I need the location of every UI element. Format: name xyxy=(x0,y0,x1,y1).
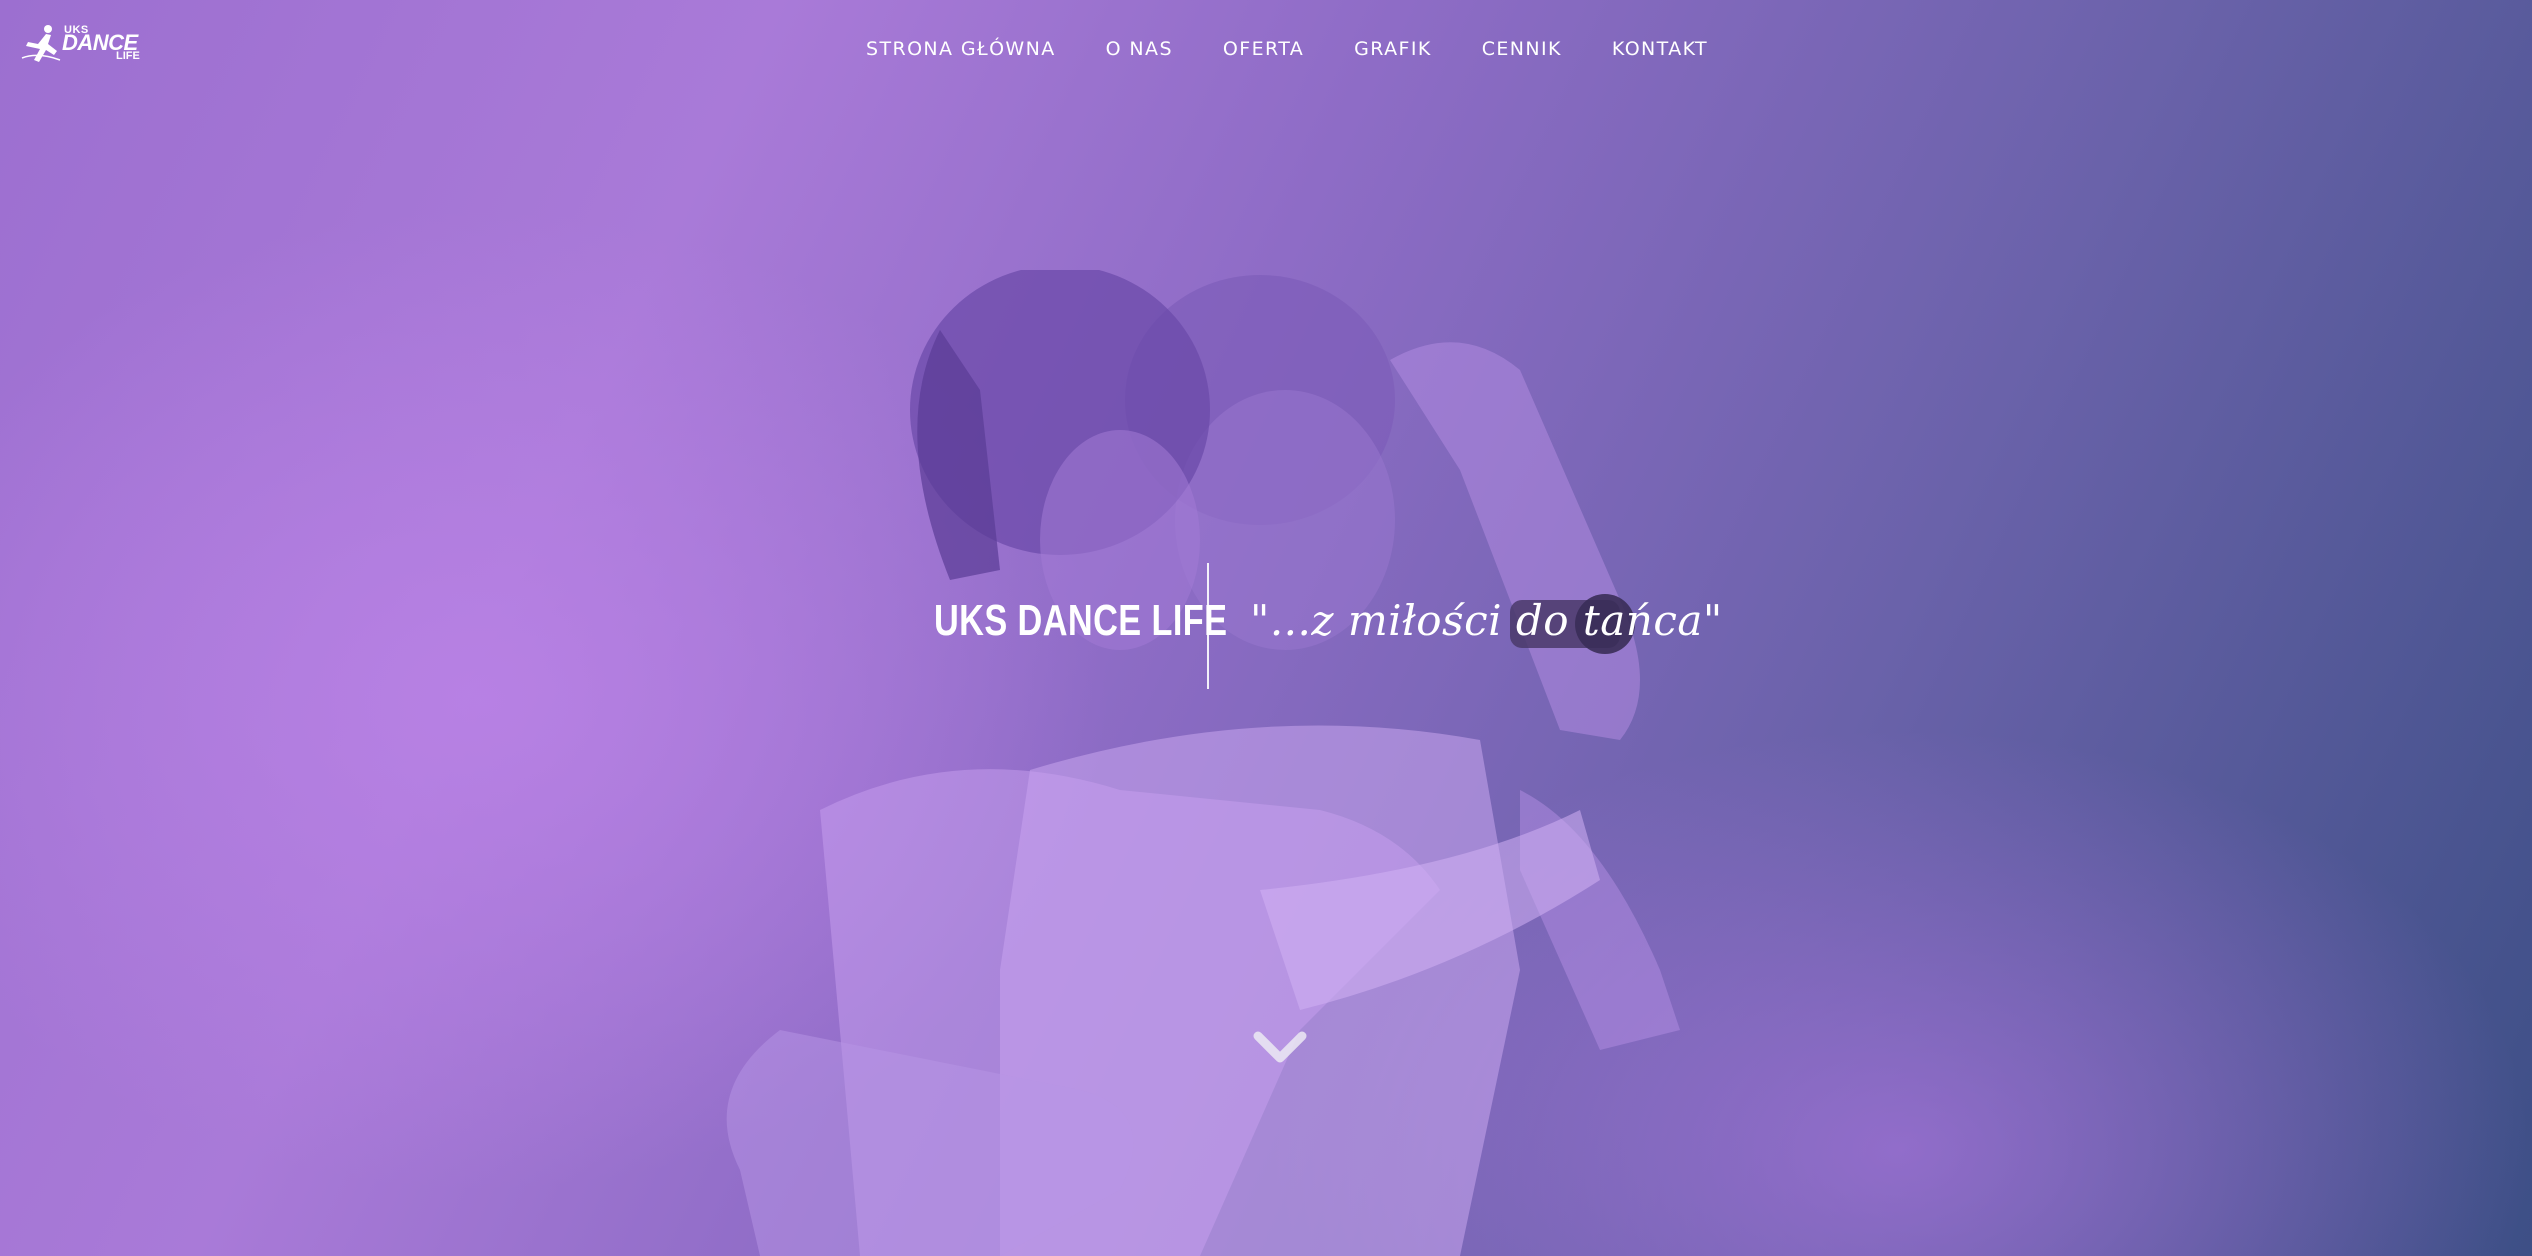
nav-item-grafik[interactable]: GRAFIK xyxy=(1354,38,1432,60)
nav-item-strona-glowna[interactable]: STRONA GŁÓWNA xyxy=(866,38,1056,60)
logo-text-life: LIFE xyxy=(116,50,140,62)
nav-item-o-nas[interactable]: O NAS xyxy=(1106,38,1173,60)
nav-item-kontakt[interactable]: KONTAKT xyxy=(1612,38,1708,60)
hero-tagline: "...z miłości do tańca" xyxy=(1250,596,1723,645)
hero-title: UKS DANCE LIFE xyxy=(934,596,1228,645)
hero-section: UKS DANCE LIFE STRONA GŁÓWNA O NAS OFERT… xyxy=(0,0,2532,1256)
top-navigation: UKS DANCE LIFE STRONA GŁÓWNA O NAS OFERT… xyxy=(0,0,2532,100)
nav-item-cennik[interactable]: CENNIK xyxy=(1482,38,1562,60)
brand-logo[interactable]: UKS DANCE LIFE xyxy=(20,22,150,64)
hero-divider xyxy=(1207,563,1209,689)
main-menu: STRONA GŁÓWNA O NAS OFERTA GRAFIK CENNIK… xyxy=(866,38,1708,60)
dancer-logo-icon xyxy=(21,25,61,62)
chevron-down-icon[interactable] xyxy=(1252,1028,1308,1068)
dancing-couple-image xyxy=(726,270,1680,1256)
nav-item-oferta[interactable]: OFERTA xyxy=(1223,38,1304,60)
